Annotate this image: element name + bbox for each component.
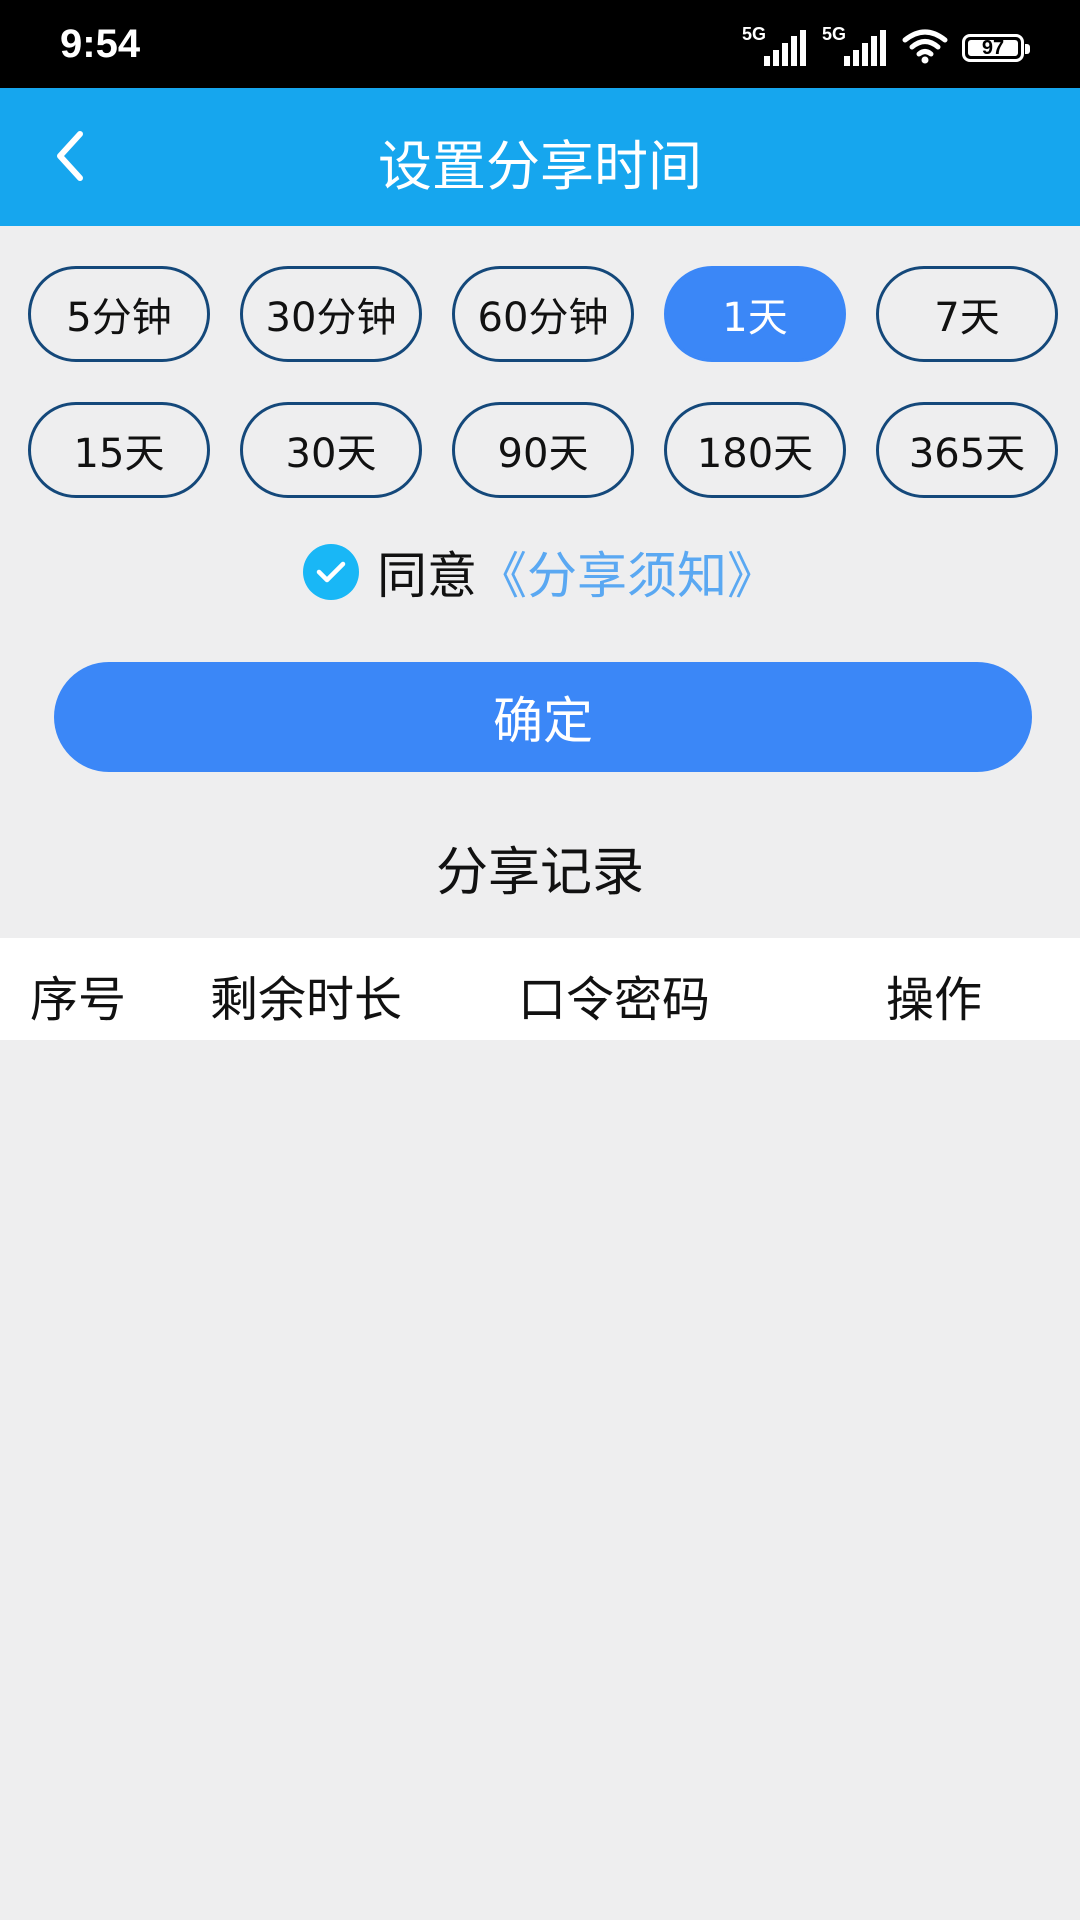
- page-title: 设置分享时间: [378, 135, 702, 198]
- duration-chip[interactable]: 7天: [876, 266, 1058, 362]
- duration-chip[interactable]: 60分钟: [452, 266, 634, 362]
- duration-chip[interactable]: 365天: [876, 402, 1058, 498]
- duration-chip[interactable]: 30天: [240, 402, 422, 498]
- signal-network-label: 5G: [822, 24, 847, 44]
- column-header-password: 口令密码: [518, 972, 711, 1028]
- signal-icon: 5G: [742, 24, 808, 68]
- agreement-row: 同意 《分享须知》: [0, 540, 1080, 605]
- duration-chip[interactable]: 15天: [28, 402, 210, 498]
- column-header-remaining: 剩余时长: [210, 972, 403, 1028]
- duration-chip[interactable]: 1天: [664, 266, 846, 362]
- check-icon: [316, 561, 346, 583]
- wifi-icon: [902, 28, 948, 68]
- column-header-index: 序号: [30, 972, 127, 1028]
- app-header: 设置分享时间: [0, 88, 1080, 226]
- records-title: 分享记录: [435, 843, 644, 903]
- status-icons: 5G 5G 97: [742, 24, 1030, 68]
- duration-chip[interactable]: 90天: [452, 402, 634, 498]
- duration-chip[interactable]: 5分钟: [28, 266, 210, 362]
- records-table-header: 序号 剩余时长 口令密码 操作: [0, 938, 1080, 1040]
- status-time: 9:54: [60, 22, 141, 66]
- column-header-action: 操作: [886, 972, 983, 1028]
- battery-level: 97: [981, 36, 1005, 59]
- signal-network-label: 5G: [742, 24, 767, 44]
- battery-icon: 97: [962, 34, 1030, 62]
- status-bar: 9:54 5G 5G 97: [0, 0, 1080, 88]
- duration-chip[interactable]: 30分钟: [240, 266, 422, 362]
- duration-chip[interactable]: 180天: [664, 402, 846, 498]
- agree-checkbox[interactable]: [303, 544, 359, 600]
- signal-icon: 5G: [822, 24, 888, 68]
- agree-label: 同意: [377, 547, 477, 605]
- confirm-button[interactable]: 确定: [54, 662, 1032, 772]
- share-notice-link[interactable]: 《分享须知》: [477, 536, 777, 608]
- duration-options: 5分钟 30分钟 60分钟 1天 7天 15天 30天 90天 180天 365…: [28, 266, 1060, 498]
